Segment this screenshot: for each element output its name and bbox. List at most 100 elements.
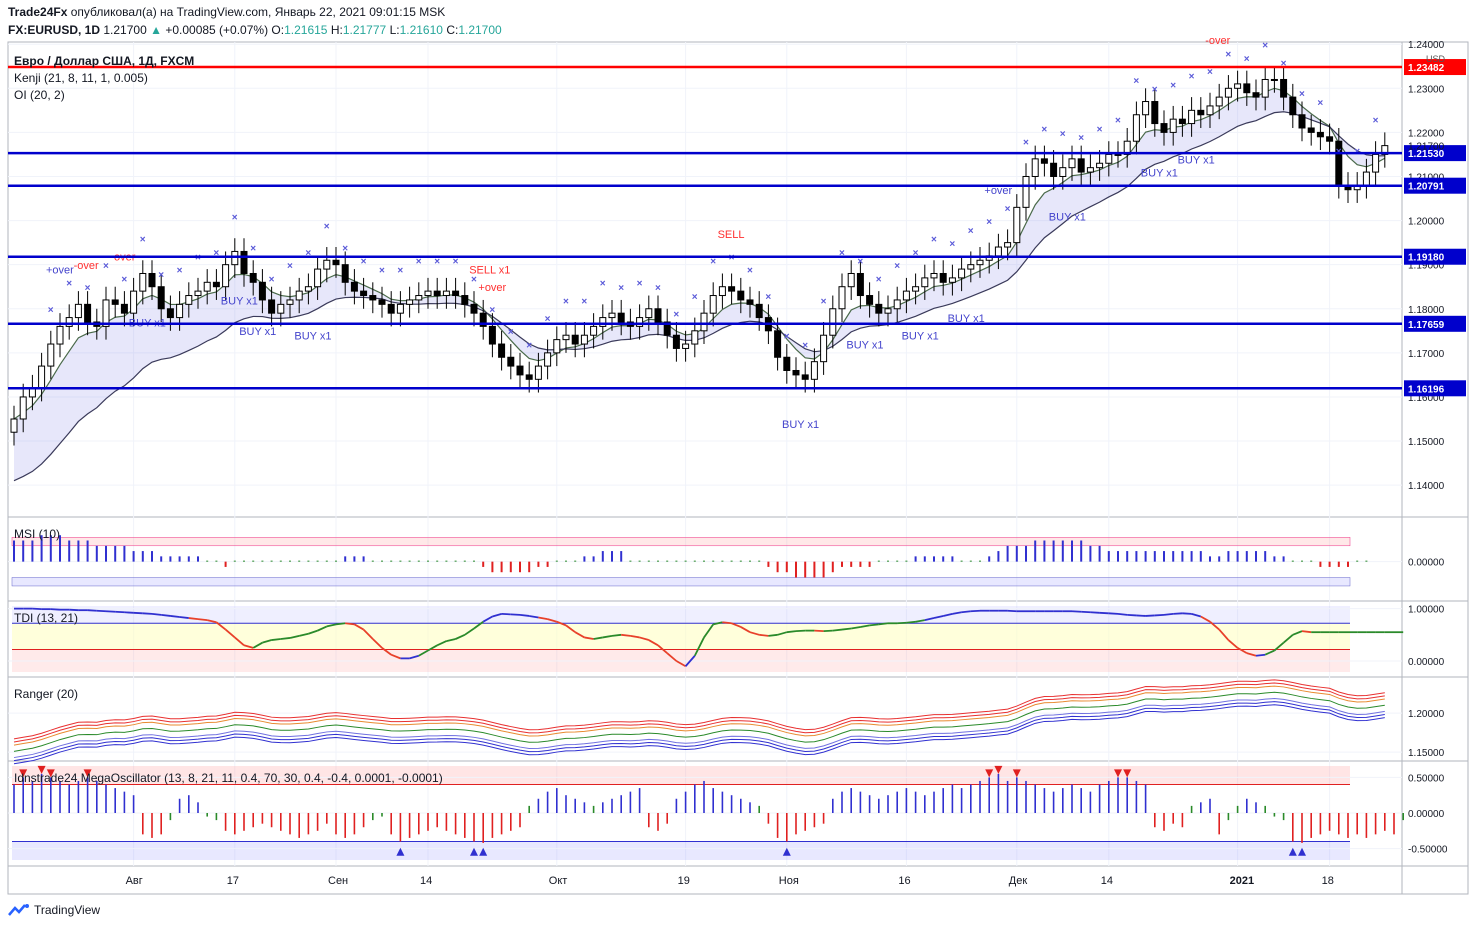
candle-up <box>1224 87 1232 98</box>
candle-down <box>360 290 368 297</box>
date-tick-label: Дек <box>1009 875 1028 887</box>
signal-annotation: BUY x1 <box>902 331 939 343</box>
candle-down <box>737 290 745 301</box>
tdi-line-segment <box>832 628 843 632</box>
candle-down <box>378 299 386 305</box>
candle-down <box>461 295 469 305</box>
signal-marker: × <box>1373 116 1379 127</box>
candle-up <box>810 361 818 380</box>
candle-up <box>424 290 432 297</box>
candle <box>516 352 524 389</box>
signal-marker: × <box>655 283 661 294</box>
candle <box>396 291 404 327</box>
tdi-line-segment <box>878 622 889 626</box>
candle-up <box>590 325 598 336</box>
indicator-legend: OI (20, 2) <box>14 88 65 102</box>
date-tick-label: Окт <box>549 875 568 887</box>
candle <box>350 269 358 305</box>
signal-marker: × <box>397 265 403 276</box>
signal-marker: × <box>103 261 109 272</box>
tdi-line-segment <box>1081 610 1091 614</box>
candle-up <box>893 299 901 310</box>
candle-down <box>387 303 395 314</box>
signal-annotation: BUY x1 <box>239 326 276 338</box>
candle-up <box>599 317 607 327</box>
signal-marker: × <box>1189 71 1195 82</box>
tdi-line-segment <box>501 612 511 616</box>
ranger-legend: Ranger (20) <box>14 687 78 701</box>
price-tick-label: 1.23000 <box>1408 84 1445 95</box>
signal-marker: × <box>121 274 127 285</box>
candle <box>65 304 73 340</box>
candle-down <box>470 303 478 314</box>
price-level-label: 1.23482 <box>1408 63 1445 74</box>
indicator-legend: Kenji (21, 8, 11, 1, 0.005) <box>14 71 148 85</box>
candle-down <box>166 308 174 319</box>
tdi-line-segment <box>961 610 971 614</box>
signal-marker: × <box>508 327 514 338</box>
tdi-line-segment <box>170 615 180 618</box>
tdi-line-segment <box>1090 611 1100 614</box>
candle-down <box>939 272 947 283</box>
candle-down <box>1178 118 1186 125</box>
candle-up <box>847 272 855 288</box>
candle-down <box>1252 92 1260 98</box>
tradingview-logo-icon <box>8 904 29 916</box>
candle-down <box>488 325 496 345</box>
candle-up <box>1132 114 1140 142</box>
candle <box>792 357 800 389</box>
tdi-line-segment <box>1117 612 1128 616</box>
candle-down <box>341 264 349 283</box>
tdi-line-segment <box>280 637 291 640</box>
chart-canvas[interactable]: 1.240001.230001.220001.210001.200001.190… <box>0 0 1475 930</box>
msi-upper-zone <box>11 537 1351 547</box>
candle-up <box>544 352 552 367</box>
candle-down <box>571 334 579 345</box>
signal-marker: × <box>489 305 495 316</box>
signal-marker: × <box>1041 124 1047 135</box>
candle <box>470 291 478 327</box>
candle <box>56 313 64 358</box>
candle <box>1040 145 1048 177</box>
signal-marker: × <box>250 243 256 254</box>
candle <box>231 238 239 278</box>
tradingview-brand[interactable]: TradingView <box>8 903 100 917</box>
pane-tick-label: 0.50000 <box>1408 773 1445 784</box>
signal-marker: × <box>949 239 955 250</box>
candle-down <box>875 303 883 314</box>
candle-up <box>1206 105 1214 116</box>
candle-up <box>314 268 322 288</box>
candle-down <box>1050 162 1058 177</box>
candle-down <box>1298 114 1306 129</box>
current-price-label: 1.21700 <box>1408 142 1445 153</box>
date-tick-label: Сен <box>328 875 348 887</box>
tdi-line-segment <box>1071 610 1082 613</box>
mega-lower-zone <box>12 841 1350 860</box>
candle <box>820 321 828 375</box>
tdi-line-segment <box>161 614 171 617</box>
candle-down <box>332 259 340 266</box>
signal-marker: × <box>434 257 440 268</box>
brand-label: TradingView <box>34 903 101 917</box>
tdi-line-segment <box>1163 612 1174 616</box>
signal-marker: × <box>618 283 624 294</box>
candle-up <box>442 290 450 297</box>
signal-marker: × <box>1225 49 1231 60</box>
date-tick-label: Авг <box>126 875 143 887</box>
tdi-line-segment <box>96 609 107 613</box>
signal-marker: × <box>876 274 882 285</box>
signal-marker: × <box>1097 124 1103 135</box>
signal-marker: × <box>986 217 992 228</box>
signal-annotation: BUY x1 <box>1049 212 1086 224</box>
candle-down <box>258 281 266 301</box>
candle-up <box>976 259 984 266</box>
tdi-line-segment <box>1136 614 1146 617</box>
candle-down <box>774 330 782 358</box>
candle-up <box>682 343 690 349</box>
signal-marker: × <box>1115 116 1121 127</box>
tdi-line-segment <box>519 614 530 617</box>
signal-annotation: BUY x1 <box>221 295 258 307</box>
candle-up <box>406 299 414 305</box>
candle-down <box>84 303 92 323</box>
candle-up <box>902 290 910 301</box>
